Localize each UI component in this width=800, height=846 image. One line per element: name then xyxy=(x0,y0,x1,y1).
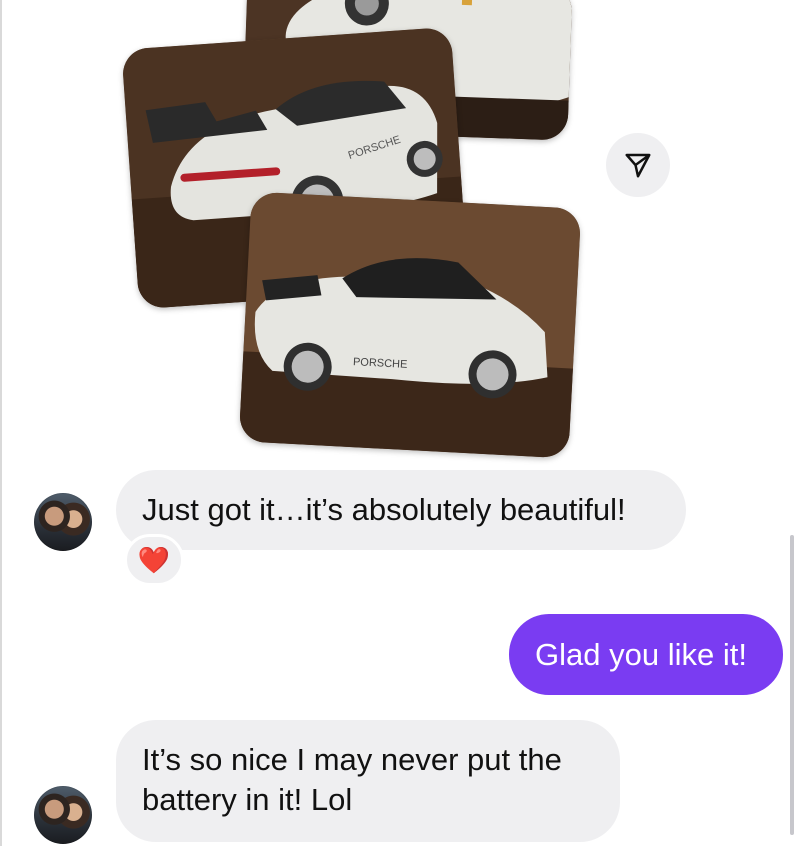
photo-front[interactable]: PORSCHE xyxy=(238,191,582,459)
message-text: Glad you like it! xyxy=(535,637,747,672)
share-button[interactable] xyxy=(606,133,670,197)
sender-avatar[interactable] xyxy=(34,493,92,551)
page-edge xyxy=(0,0,2,846)
message-text: Just got it…it’s absolutely beautiful! xyxy=(142,492,626,527)
heart-icon: ❤️ xyxy=(137,544,171,575)
outgoing-message[interactable]: Glad you like it! xyxy=(509,614,783,695)
message-text-line: It’s so nice I may never put the xyxy=(142,742,562,777)
sender-avatar[interactable] xyxy=(34,786,92,844)
paper-plane-icon xyxy=(625,153,651,178)
incoming-message[interactable]: It’s so nice I may never put the battery… xyxy=(116,720,620,842)
heart-reaction[interactable]: ❤️ xyxy=(124,534,184,586)
message-text-line: battery in it! Lol xyxy=(142,782,353,817)
scrollbar[interactable] xyxy=(790,535,794,835)
incoming-message[interactable]: Just got it…it’s absolutely beautiful! xyxy=(116,470,686,550)
